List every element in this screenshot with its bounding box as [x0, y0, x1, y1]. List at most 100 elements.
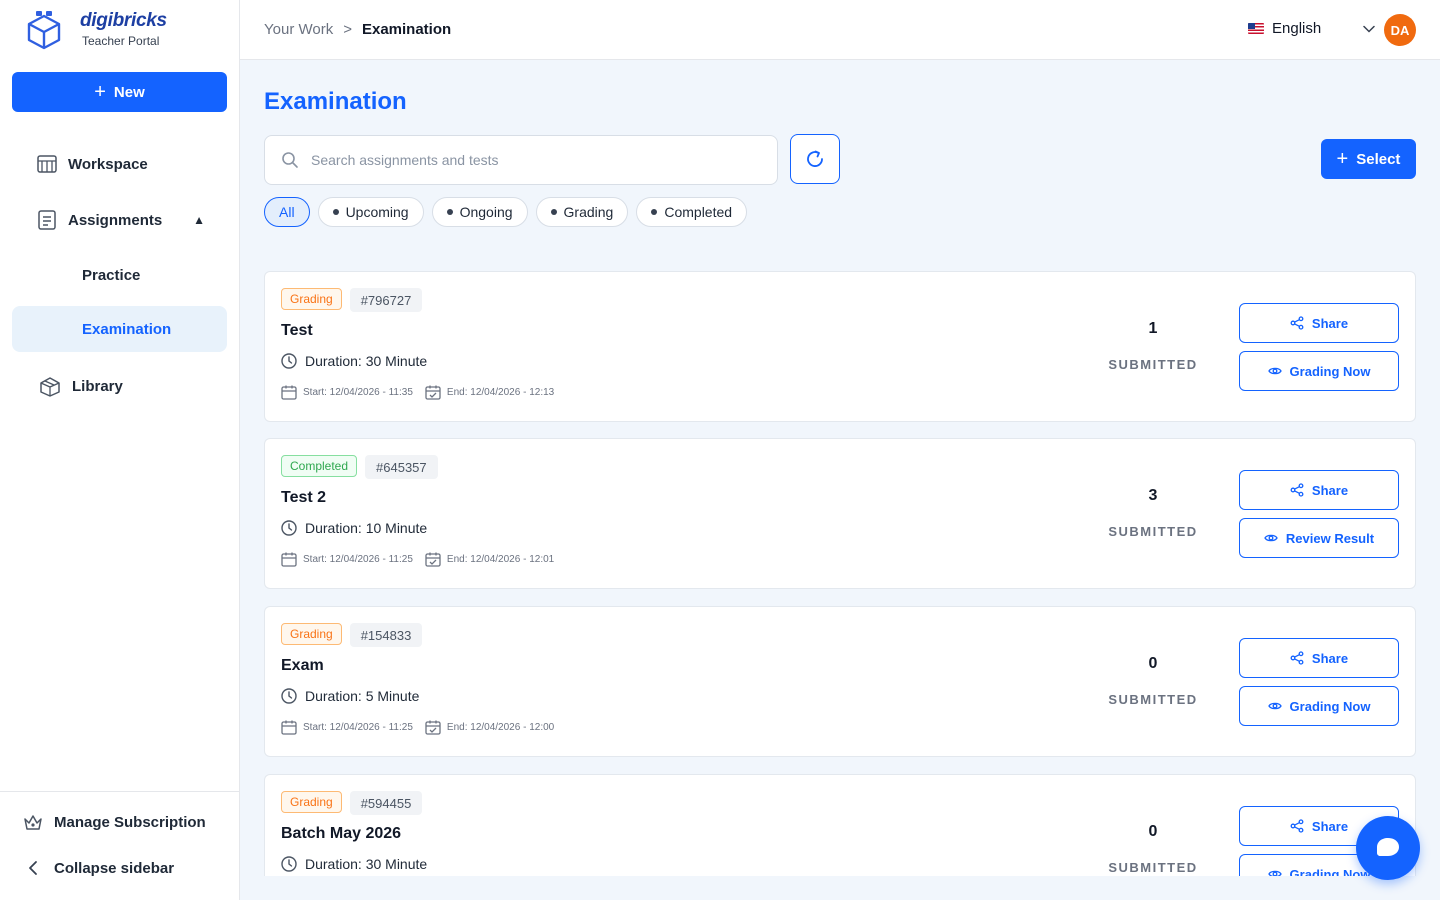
breadcrumb-your-work[interactable]: Your Work: [264, 21, 333, 38]
status-badge: Grading: [281, 288, 342, 310]
share-icon: [1290, 819, 1304, 833]
action-label: Grading Now: [1289, 363, 1371, 379]
exam-code: #796727: [349, 288, 423, 312]
submitted-count: 1: [1148, 320, 1158, 337]
language-label: English: [1272, 20, 1322, 37]
submitted-label: SUBMITTED: [1108, 357, 1198, 372]
assignments-icon: [36, 209, 58, 231]
sidebar-item-practice[interactable]: Practice: [12, 252, 227, 298]
eye-icon: [1264, 534, 1278, 542]
eye-icon: [1267, 870, 1282, 876]
submitted-label: SUBMITTED: [1108, 524, 1198, 539]
plus-icon: +: [94, 81, 106, 103]
breadcrumb-separator: >: [343, 21, 352, 38]
grading-now-button[interactable]: Grading Now: [1239, 351, 1399, 391]
action-label: Grading Now: [1289, 866, 1371, 877]
clock-icon: [281, 353, 297, 369]
clock-icon: [281, 520, 297, 536]
sidebar-item-label: Workspace: [68, 155, 148, 173]
chevron-down-icon: [1363, 20, 1375, 37]
exam-end: End: 12/04/2026 - 12:00: [446, 722, 555, 733]
cube-logo-icon: [27, 11, 61, 50]
share-icon: [1290, 483, 1304, 497]
caret-up-icon[interactable]: ▲: [193, 213, 205, 227]
share-icon: [1290, 651, 1304, 665]
share-button[interactable]: Share: [1239, 638, 1399, 678]
library-icon: [38, 375, 62, 397]
exam-list: Grading #796727 Test Duration: 30 Minute…: [240, 60, 1440, 876]
exam-code: #154833: [349, 623, 423, 647]
submitted-label: SUBMITTED: [1108, 692, 1198, 707]
share-button[interactable]: Share: [1239, 470, 1399, 510]
brand-subtitle: Teacher Portal: [82, 34, 160, 48]
calendar-check-icon: [425, 385, 441, 400]
new-button-label: New: [113, 83, 145, 101]
top-header: Your Work > Examination English DA: [240, 0, 1440, 60]
manage-subscription-link[interactable]: Manage Subscription: [22, 811, 206, 833]
exam-card[interactable]: Grading #796727 Test Duration: 30 Minute…: [264, 271, 1416, 422]
calendar-check-icon: [425, 552, 441, 567]
clock-icon: [281, 688, 297, 704]
share-button[interactable]: Share: [1239, 303, 1399, 343]
share-label: Share: [1311, 482, 1349, 498]
status-badge: Grading: [281, 623, 342, 645]
sidebar: digibricks Teacher Portal + New Workspac…: [0, 0, 240, 900]
exam-start: Start: 12/04/2026 - 11:25: [303, 554, 413, 565]
sidebar-item-label: Library: [72, 377, 123, 395]
exam-card[interactable]: Grading #594455 Batch May 2026 Duration:…: [264, 774, 1416, 876]
submitted-count: 0: [1148, 655, 1158, 672]
sidebar-item-examination[interactable]: Examination: [12, 306, 227, 352]
submitted-count: 0: [1148, 823, 1158, 840]
review-result-button[interactable]: Review Result: [1239, 518, 1399, 558]
breadcrumb-current: Examination: [361, 21, 452, 38]
share-label: Share: [1311, 315, 1349, 331]
sidebar-item-assignments[interactable]: Assignments ▲: [12, 197, 227, 243]
share-label: Share: [1311, 818, 1349, 834]
exam-end: End: 12/04/2026 - 12:01: [446, 554, 555, 565]
new-button[interactable]: + New: [12, 72, 227, 112]
breadcrumb: Your Work > Examination: [264, 21, 451, 38]
exam-title: Exam: [281, 657, 324, 674]
action-label: Grading Now: [1289, 698, 1371, 714]
exam-duration: Duration: 10 Minute: [305, 520, 428, 536]
calendar-icon: [281, 385, 297, 400]
clock-icon: [281, 856, 297, 872]
calendar-icon: [281, 720, 297, 735]
sidebar-item-workspace[interactable]: Workspace: [12, 141, 227, 187]
chat-button[interactable]: [1356, 816, 1420, 880]
exam-title: Test: [281, 322, 313, 339]
submitted-count: 3: [1148, 487, 1158, 504]
calendar-check-icon: [425, 720, 441, 735]
exam-card[interactable]: Grading #154833 Exam Duration: 5 Minute …: [264, 606, 1416, 757]
submitted-label: SUBMITTED: [1108, 860, 1198, 875]
exam-start: Start: 12/04/2026 - 11:25: [303, 722, 413, 733]
exam-duration: Duration: 30 Minute: [305, 856, 428, 872]
exam-end: End: 12/04/2026 - 12:13: [446, 387, 555, 398]
exam-title: Batch May 2026: [281, 825, 402, 842]
sidebar-item-library[interactable]: Library: [12, 363, 227, 409]
grading-now-button[interactable]: Grading Now: [1239, 686, 1399, 726]
exam-title: Test 2: [281, 489, 327, 506]
manage-subscription-label: Manage Subscription: [54, 813, 206, 831]
eye-icon: [1267, 702, 1282, 710]
language-selector[interactable]: English: [1248, 20, 1375, 37]
status-badge: Grading: [281, 791, 342, 813]
brand-name: digibricks: [80, 10, 167, 31]
sidebar-footer: Manage Subscription Collapse sidebar: [0, 791, 239, 900]
exam-code: #594455: [349, 791, 423, 815]
exam-duration: Duration: 5 Minute: [305, 688, 420, 704]
eye-icon: [1267, 367, 1282, 375]
us-flag-icon: [1248, 23, 1264, 34]
user-avatar[interactable]: DA: [1384, 14, 1416, 46]
exam-card[interactable]: Completed #645357 Test 2 Duration: 10 Mi…: [264, 438, 1416, 589]
exam-start: Start: 12/04/2026 - 11:35: [303, 387, 413, 398]
chevron-left-icon: [22, 857, 44, 879]
collapse-sidebar-button[interactable]: Collapse sidebar: [22, 857, 174, 879]
sidebar-item-label: Assignments: [68, 211, 163, 229]
action-label: Review Result: [1285, 530, 1375, 546]
status-badge: Completed: [281, 455, 358, 477]
calendar-icon: [281, 552, 297, 567]
share-icon: [1290, 316, 1304, 330]
brand-logo[interactable]: digibricks Teacher Portal: [24, 8, 167, 50]
chat-bubble-icon: [1377, 838, 1399, 856]
